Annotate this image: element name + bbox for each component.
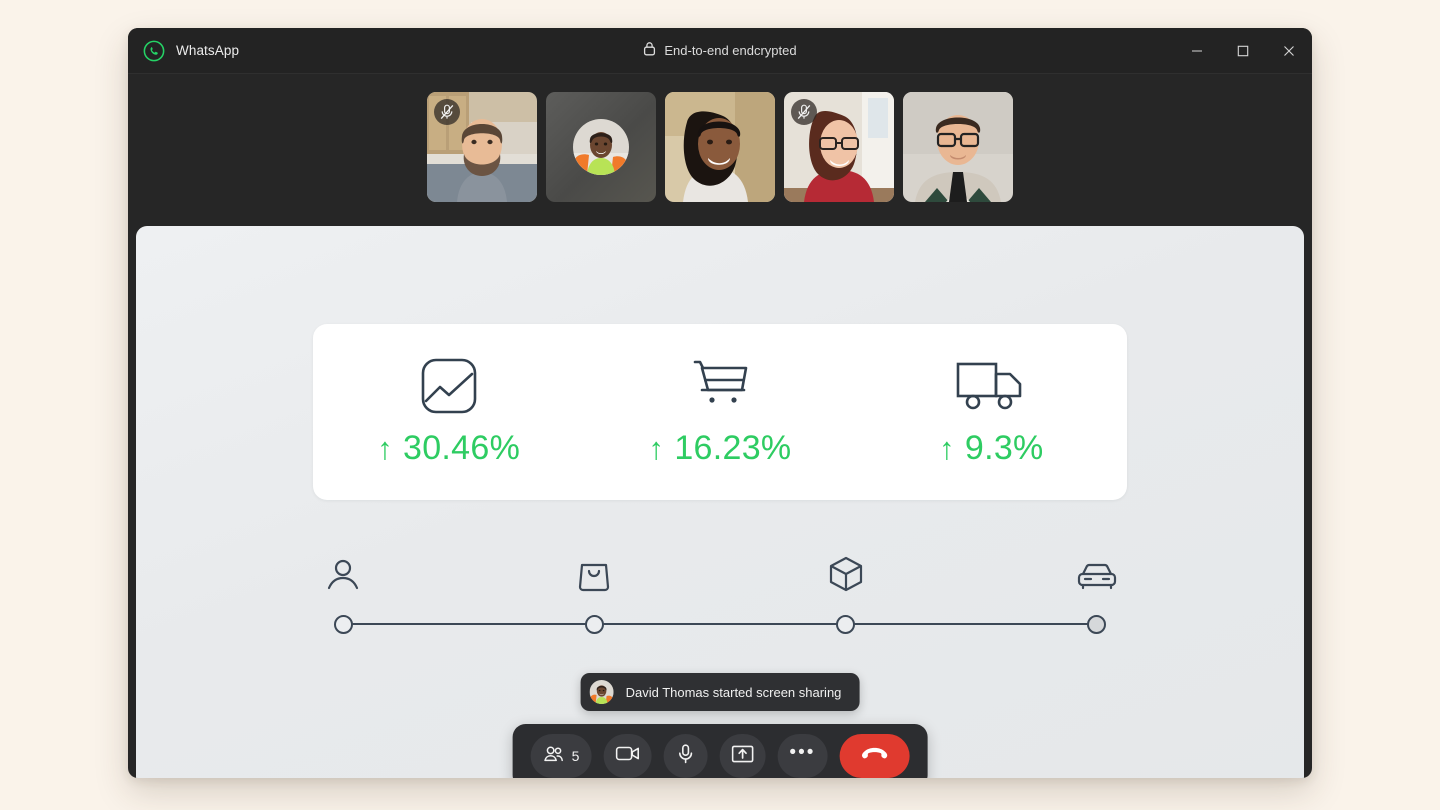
share-screen-icon — [731, 745, 754, 768]
kpi-percent-3: 9.3% — [964, 428, 1044, 467]
maximize-button[interactable] — [1220, 28, 1266, 74]
avatar — [573, 119, 629, 175]
more-dots-icon: ••• — [789, 741, 816, 763]
up-arrow-icon: ↑ — [377, 430, 393, 466]
participant-tile-5[interactable] — [903, 92, 1013, 202]
encryption-indicator: End-to-end endcrypted — [128, 28, 1312, 73]
participant-tile-3[interactable] — [665, 92, 775, 202]
stepper-node-slot-2 — [564, 614, 624, 634]
kpi-percent-1: 30.46% — [403, 428, 521, 467]
title-bar: WhatsApp End-to-end endcrypted — [128, 28, 1312, 74]
up-arrow-icon: ↑ — [648, 430, 665, 466]
order-progress-stepper — [313, 546, 1127, 636]
kpi-item-3: ↑ 9.3% — [856, 357, 1127, 468]
chart-trend-icon — [420, 357, 478, 415]
kpi-card: ↑ 30.46% ↑ 16.23% ↑ 9.3% — [313, 324, 1127, 500]
person-icon — [313, 558, 373, 592]
app-brand: WhatsApp — [128, 40, 239, 62]
kpi-item-2: ↑ 16.23% — [584, 357, 855, 468]
toast-message: David Thomas started screen sharing — [625, 684, 842, 700]
whatsapp-logo-icon — [143, 40, 165, 62]
whatsapp-call-window: WhatsApp End-to-end endcrypted ↑ 30.46% … — [128, 28, 1312, 778]
end-call-button[interactable] — [839, 734, 910, 778]
stepper-node-2[interactable] — [584, 614, 604, 634]
microphone-button[interactable] — [663, 734, 708, 778]
end-call-icon — [860, 747, 888, 766]
participant-tile-4[interactable] — [784, 92, 894, 202]
kpi-item-1: ↑ 30.46% — [313, 357, 584, 468]
share-screen-button[interactable] — [719, 734, 766, 778]
stepper-node-slot-1 — [313, 614, 373, 634]
kpi-value-2: ↑ 16.23% — [649, 429, 792, 468]
stepper-node-1[interactable] — [333, 614, 353, 634]
delivery-truck-icon — [956, 357, 1026, 415]
video-camera-icon — [615, 745, 639, 767]
lock-icon — [643, 41, 656, 61]
car-icon — [1067, 562, 1127, 592]
screen-share-toast: David Thomas started screen sharing — [580, 673, 860, 711]
call-control-bar: 5 ••• — [512, 724, 928, 778]
app-name-label: WhatsApp — [176, 43, 240, 58]
participants-count: 5 — [571, 748, 580, 764]
stepper-track — [313, 612, 1127, 636]
close-button[interactable] — [1266, 28, 1312, 74]
people-icon — [543, 745, 565, 768]
mic-off-icon — [791, 99, 817, 125]
avatar-icon — [589, 680, 614, 704]
package-box-icon — [816, 556, 876, 592]
window-controls — [1174, 28, 1312, 74]
participant-tile-1[interactable] — [427, 92, 537, 202]
stepper-node-3[interactable] — [836, 614, 856, 634]
more-options-button[interactable]: ••• — [777, 734, 828, 778]
microphone-icon — [677, 743, 693, 769]
participants-strip — [128, 74, 1312, 220]
up-arrow-icon: ↑ — [939, 430, 955, 466]
encryption-label: End-to-end endcrypted — [664, 43, 797, 58]
participant-tile-2[interactable] — [546, 92, 656, 202]
stepper-nodes — [313, 612, 1127, 636]
shared-screen-stage: ↑ 30.46% ↑ 16.23% ↑ 9.3% David Thomas st… — [136, 226, 1304, 778]
camera-button[interactable] — [603, 734, 652, 778]
kpi-value-3: ↑ 9.3% — [939, 429, 1044, 468]
participants-button[interactable]: 5 — [530, 734, 592, 778]
shopping-bag-icon — [564, 558, 624, 592]
minimize-button[interactable] — [1174, 28, 1220, 74]
kpi-percent-2: 16.23% — [674, 428, 792, 467]
kpi-value-1: ↑ 30.46% — [377, 429, 520, 468]
mic-off-icon — [434, 99, 460, 125]
stepper-node-4[interactable] — [1087, 614, 1107, 634]
stepper-node-slot-3 — [816, 614, 876, 634]
stepper-icons — [313, 546, 1127, 592]
stepper-node-slot-4 — [1067, 614, 1127, 634]
shopping-cart-icon — [691, 357, 749, 415]
